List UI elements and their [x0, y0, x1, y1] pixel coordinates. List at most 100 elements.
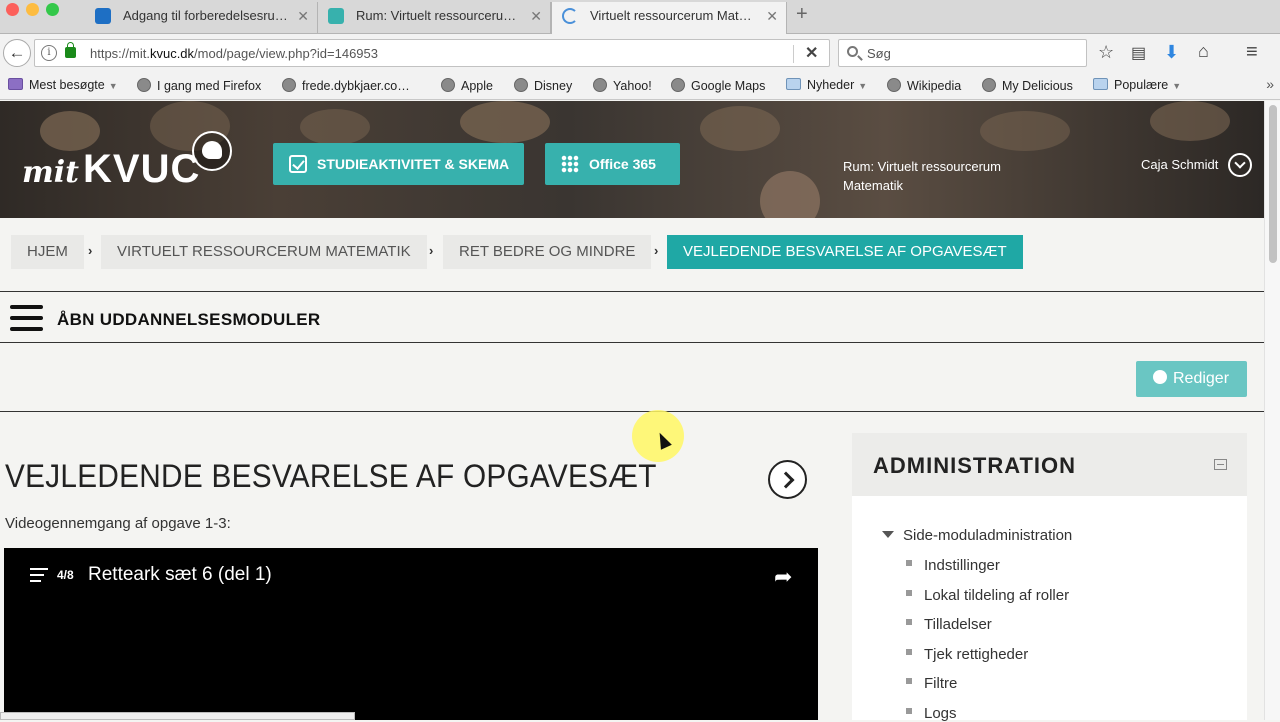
banner-photo-shape	[40, 111, 100, 151]
url-separator	[793, 45, 794, 63]
admin-tree-root[interactable]: Side-moduladministration	[903, 527, 1072, 544]
url-text[interactable]: https://mit.kvuc.dk/mod/page/view.php?id…	[90, 46, 378, 61]
browser-tab-1[interactable]: Rum: Virtuelt ressourcerum … ✕	[318, 2, 551, 34]
bullet-icon	[906, 590, 912, 596]
video-player[interactable]: 4/8 Retteark sæt 6 (del 1) ➦	[4, 548, 818, 720]
user-menu-chevron-icon[interactable]	[1228, 153, 1252, 177]
bookmark-my-delicious[interactable]: My Delicious	[982, 78, 1073, 93]
bookmark-populaere[interactable]: Populære ▼	[1093, 78, 1181, 92]
breadcrumb-section[interactable]: RET BEDRE OG MINDRE	[443, 235, 652, 269]
page-title: VEJLEDENDE BESVARELSE AF OPGAVESÆT	[5, 458, 657, 494]
divider	[0, 291, 1264, 292]
browser-tab-bar: Adgang til forberedelsesru… ✕ Rum: Virtu…	[0, 0, 1280, 35]
bookmarks-overflow-icon[interactable]: »	[1266, 76, 1274, 92]
browser-tab-0[interactable]: Adgang til forberedelsesru… ✕	[85, 2, 318, 34]
window-minimize-icon[interactable]	[26, 3, 39, 16]
bookmark-google-maps[interactable]: Google Maps	[671, 78, 765, 93]
bookmark-most-visited[interactable]: Mest besøgte ▼	[8, 78, 118, 92]
download-icon[interactable]: ⬇	[1164, 42, 1179, 63]
bullet-icon	[906, 619, 912, 625]
bookmark-frede[interactable]: frede.dybkjaer.co…	[282, 78, 410, 93]
bullet-icon	[906, 649, 912, 655]
tab-close-icon[interactable]: ✕	[297, 2, 309, 30]
caret-down-icon[interactable]	[882, 531, 894, 538]
bookmark-wikipedia[interactable]: Wikipedia	[887, 78, 961, 93]
intro-text: Videogennemgang af opgave 1-3:	[5, 515, 231, 532]
admin-item-logs[interactable]: Logs	[924, 705, 957, 722]
admin-item-filters[interactable]: Filtre	[924, 675, 957, 692]
collapse-icon[interactable]	[1214, 459, 1227, 470]
kvuc-favicon-icon	[328, 8, 344, 24]
kvuc-logo[interactable]: mit KVUC	[22, 147, 200, 192]
globe-icon	[441, 78, 455, 92]
admin-item-check-permissions[interactable]: Tjek rettigheder	[924, 646, 1028, 663]
playlist-position: 4/8	[57, 568, 74, 582]
open-modules-link[interactable]: ÅBN UDDANNELSESMODULER	[57, 310, 321, 330]
gear-icon	[1153, 370, 1167, 384]
banner-photo-shape	[460, 101, 550, 143]
window-maximize-icon[interactable]	[46, 3, 59, 16]
banner-photo-shape	[300, 109, 370, 145]
office365-button[interactable]: Office 365	[545, 143, 680, 185]
menu-icon[interactable]: ≡	[1246, 41, 1258, 64]
edit-button[interactable]: Rediger	[1136, 361, 1247, 397]
folder-icon	[1093, 78, 1108, 90]
bookmark-yahoo[interactable]: Yahoo!	[593, 78, 652, 93]
bookmark-apple[interactable]: Apple	[441, 78, 493, 93]
admin-item-settings[interactable]: Indstillinger	[924, 557, 1000, 574]
browser-tab-2[interactable]: Virtuelt ressourcerum Mate… ✕	[551, 2, 787, 35]
breadcrumb-current[interactable]: VEJLEDENDE BESVARELSE AF OPGAVESÆT	[667, 235, 1023, 269]
breadcrumb-course[interactable]: VIRTUELT RESSOURCERUM MATEMATIK	[101, 235, 427, 269]
loading-spinner-icon	[562, 8, 578, 24]
admin-item-role-assignment[interactable]: Lokal tildeling af roller	[924, 587, 1069, 604]
breadcrumb-chevron-icon: ›	[88, 243, 93, 258]
sharepoint-favicon-icon	[95, 8, 111, 24]
schedule-button[interactable]: STUDIEAKTIVITET & SKEMA	[273, 143, 524, 185]
search-bar[interactable]: Søg	[838, 39, 1087, 67]
share-icon[interactable]: ➦	[774, 564, 792, 590]
info-icon[interactable]: i	[41, 45, 57, 61]
tab-close-icon[interactable]: ✕	[530, 2, 542, 30]
administration-title: ADMINISTRATION	[873, 453, 1077, 478]
bookmark-firefox[interactable]: I gang med Firefox	[137, 78, 261, 93]
tab-title: Adgang til forberedelsesru…	[123, 8, 288, 23]
status-bar-tooltip	[0, 712, 355, 720]
globe-icon	[593, 78, 607, 92]
globe-icon	[671, 78, 685, 92]
scrollbar-thumb[interactable]	[1269, 105, 1277, 263]
tab-close-icon[interactable]: ✕	[766, 2, 778, 30]
breadcrumb-chevron-icon: ›	[654, 243, 659, 258]
reading-list-icon[interactable]: ▤	[1131, 43, 1146, 63]
bookmark-star-icon[interactable]: ☆	[1098, 42, 1114, 63]
checklist-icon	[289, 154, 307, 173]
video-title[interactable]: Retteark sæt 6 (del 1)	[88, 564, 272, 586]
back-button[interactable]: ←	[3, 39, 31, 67]
admin-item-permissions[interactable]: Tilladelser	[924, 616, 992, 633]
lock-icon	[65, 42, 76, 58]
breadcrumb-home[interactable]: HJEM	[11, 235, 84, 269]
most-visited-icon	[8, 78, 23, 90]
stop-icon[interactable]: ✕	[805, 43, 818, 63]
globe-icon	[982, 78, 996, 92]
window-close-icon[interactable]	[6, 3, 19, 16]
next-page-button[interactable]	[768, 460, 807, 499]
new-tab-icon[interactable]: +	[796, 3, 808, 26]
globe-icon	[887, 78, 901, 92]
url-bar[interactable]: i https://mit.kvuc.dk/mod/page/view.php?…	[34, 39, 830, 67]
hamburger-icon[interactable]	[10, 305, 43, 331]
room-name[interactable]: Rum: Virtuelt ressourcerum Matematik	[843, 157, 1043, 195]
bookmark-disney[interactable]: Disney	[514, 78, 572, 93]
folder-icon	[786, 78, 801, 90]
breadcrumb-chevron-icon: ›	[429, 243, 434, 258]
app-grid-icon	[561, 154, 579, 173]
bookmarks-toolbar: Mest besøgte ▼ I gang med Firefox frede.d…	[0, 72, 1280, 100]
back-arrow-icon: ←	[8, 43, 26, 62]
bullet-icon	[906, 678, 912, 684]
user-name[interactable]: Caja Schmidt	[1141, 157, 1218, 172]
page-scrollbar[interactable]	[1264, 101, 1280, 720]
home-icon[interactable]: ⌂	[1198, 41, 1209, 62]
bookmark-nyheder[interactable]: Nyheder ▼	[786, 78, 867, 92]
logo-head-icon	[192, 131, 232, 171]
tab-title: Virtuelt ressourcerum Mate…	[590, 8, 758, 23]
playlist-icon[interactable]	[30, 568, 48, 582]
